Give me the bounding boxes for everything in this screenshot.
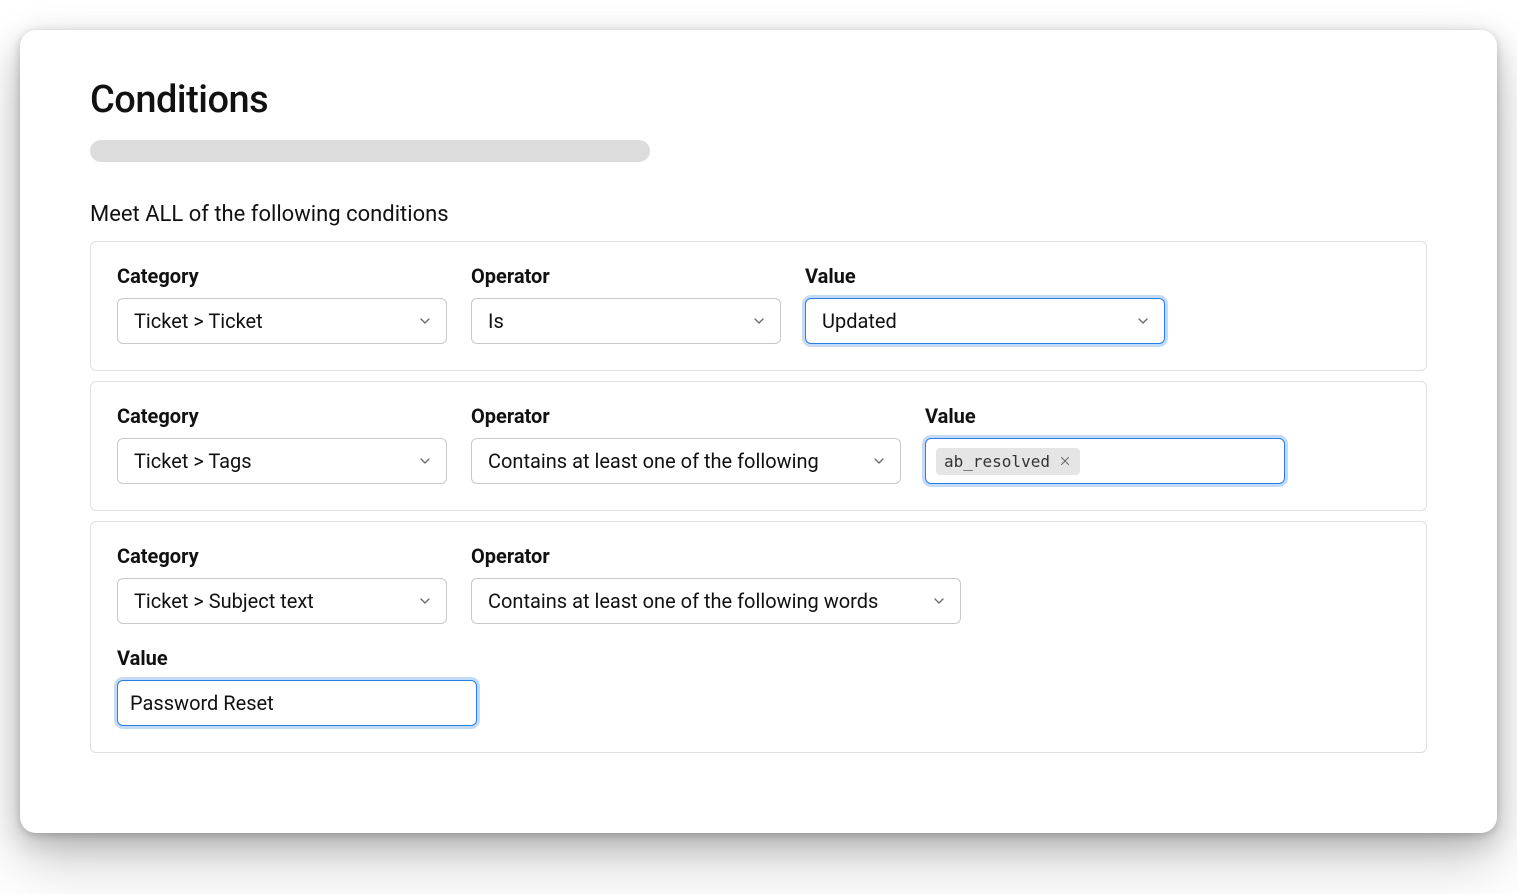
category-label: Category — [117, 544, 447, 568]
operator-select[interactable]: Contains at least one of the following w… — [471, 578, 961, 624]
operator-label: Operator — [471, 404, 901, 428]
match-all-label: Meet ALL of the following conditions — [90, 202, 1427, 227]
remove-tag-icon[interactable] — [1058, 454, 1072, 468]
value-text: Password Reset — [130, 691, 274, 715]
tag-text: ab_resolved — [944, 452, 1050, 471]
operator-value: Contains at least one of the following w… — [488, 589, 878, 613]
category-value: Ticket > Tags — [134, 449, 252, 473]
condition-row: Category Ticket > Tags Operator Contains… — [90, 381, 1427, 511]
operator-value: Is — [488, 309, 504, 333]
category-select[interactable]: Ticket > Ticket — [117, 298, 447, 344]
value-label: Value — [117, 646, 477, 670]
chevron-down-icon — [416, 452, 434, 470]
category-select[interactable]: Ticket > Tags — [117, 438, 447, 484]
value-select-text: Updated — [822, 309, 897, 333]
category-select[interactable]: Ticket > Subject text — [117, 578, 447, 624]
category-value: Ticket > Subject text — [134, 589, 314, 613]
chevron-down-icon — [870, 452, 888, 470]
value-select[interactable]: Updated — [805, 298, 1165, 344]
operator-value: Contains at least one of the following — [488, 449, 819, 473]
operator-select[interactable]: Contains at least one of the following — [471, 438, 901, 484]
chevron-down-icon — [750, 312, 768, 330]
tag-chip: ab_resolved — [936, 448, 1080, 475]
category-label: Category — [117, 404, 447, 428]
category-label: Category — [117, 264, 447, 288]
value-text-input[interactable]: Password Reset — [117, 680, 477, 726]
operator-label: Operator — [471, 264, 781, 288]
condition-row: Category Ticket > Subject text Operator … — [90, 521, 1427, 753]
value-label: Value — [925, 404, 1285, 428]
chevron-down-icon — [416, 312, 434, 330]
value-tags-input[interactable]: ab_resolved — [925, 438, 1285, 484]
category-value: Ticket > Ticket — [134, 309, 263, 333]
operator-label: Operator — [471, 544, 961, 568]
chevron-down-icon — [930, 592, 948, 610]
chevron-down-icon — [1134, 312, 1152, 330]
chevron-down-icon — [416, 592, 434, 610]
description-placeholder — [90, 140, 650, 162]
value-label: Value — [805, 264, 1165, 288]
operator-select[interactable]: Is — [471, 298, 781, 344]
page-title: Conditions — [90, 78, 1427, 122]
conditions-card: Conditions Meet ALL of the following con… — [20, 30, 1497, 833]
condition-row: Category Ticket > Ticket Operator Is — [90, 241, 1427, 371]
